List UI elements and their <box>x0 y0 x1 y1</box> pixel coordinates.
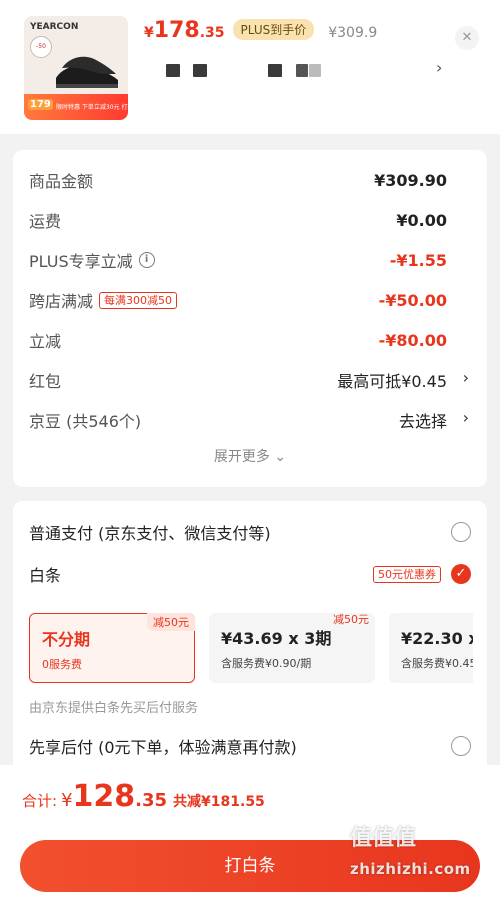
pay-option-label: 白条 <box>29 566 62 585</box>
order-total: 合计: ¥ 128 .35 共减¥181.55 <box>22 779 265 814</box>
current-price: ¥178.35 <box>144 18 225 43</box>
row-label: 商品金额 <box>29 172 94 191</box>
row-label: PLUS专享立减 i <box>29 248 155 272</box>
info-icon[interactable]: i <box>138 252 155 268</box>
plan-3-installments[interactable]: ¥43.69 x 3期 含服务费¥0.90/期 减50元 <box>209 613 375 683</box>
total-savings: 共减¥181.55 <box>173 794 265 810</box>
summary-row-instant-discount: 立减 -¥80.00 <box>29 326 447 354</box>
pay-option-label: 先享后付 (0元下单，体验满意再付款) <box>29 738 297 757</box>
plan-discount-tag: 减50元 <box>147 613 195 631</box>
watermark-logo: 值值值 <box>350 826 417 851</box>
thumbnail-ribbon: 179 限时特惠 下单立减30元 打折 <box>24 94 128 120</box>
ribbon-price: 179 <box>28 99 53 110</box>
radio-unchecked-icon[interactable] <box>451 522 471 542</box>
pay-option-label: 普通支付 (京东支付、微信支付等) <box>29 524 271 543</box>
chevron-right-icon[interactable]: › <box>463 368 469 387</box>
spec-redacted-block <box>296 64 308 77</box>
row-label: 跨店满减 每满300减50 <box>29 288 178 312</box>
total-label: 合计: <box>22 792 58 810</box>
pay-option-pay-later[interactable]: 先享后付 (0元下单，体验满意再付款) <box>29 731 471 761</box>
plan-subtitle: 含服务费¥0.90/期 <box>221 657 312 670</box>
radio-unchecked-icon[interactable] <box>451 736 471 756</box>
plan-title: ¥43.69 x 3期 <box>221 629 332 648</box>
installment-plans: 不分期 0服务费 减50元 ¥43.69 x 3期 含服务费¥0.90/期 减5… <box>29 613 473 685</box>
row-value: 最高可抵¥0.45 <box>337 372 447 391</box>
summary-row-jingdou[interactable]: 京豆 (共546个) 去选择 <box>29 406 447 434</box>
product-thumbnail[interactable]: YEARCON -50 179 限时特惠 下单立减30元 打折 <box>24 16 128 120</box>
spec-redacted-block <box>309 64 321 77</box>
row-label: 运费 <box>29 212 62 231</box>
watermark-url: zhizhizhi.com <box>350 860 471 878</box>
promo-tag: 每满300减50 <box>99 291 178 309</box>
shoe-image-icon <box>56 56 118 88</box>
thumbnail-discount-bubble: -50 <box>30 36 52 58</box>
radio-checked-icon[interactable]: ✓ <box>451 564 471 584</box>
plan-subtitle: 0服务费 <box>42 658 82 671</box>
spec-redacted-block <box>268 64 282 77</box>
spec-redacted-block <box>166 64 180 77</box>
pay-option-normal[interactable]: 普通支付 (京东支付、微信支付等) <box>29 517 471 547</box>
row-value: -¥50.00 <box>378 290 447 310</box>
thumbnail-brand: YEARCON <box>30 22 79 32</box>
site-watermark: 值值值 zhizhizhi.com <box>350 820 471 878</box>
price-line: ¥178.35 PLUS到手价 ¥309.9 <box>144 18 377 46</box>
pay-option-baitiao[interactable]: 白条 50元优惠券 ✓ <box>29 559 471 589</box>
row-label: 立减 <box>29 332 62 351</box>
summary-row-cross-store: 跨店满减 每满300减50 -¥50.00 <box>29 286 447 314</box>
plan-discount-tag: 减50元 <box>333 613 369 626</box>
total-currency: ¥ <box>61 790 73 811</box>
coupon-tag[interactable]: 50元优惠券 <box>373 565 441 583</box>
row-label: 红包 <box>29 372 62 391</box>
summary-row-plus-discount: PLUS专享立减 i -¥1.55 <box>29 246 447 274</box>
plan-6-installments[interactable]: ¥22.30 x 6期 含服务费¥0.45/期 <box>389 613 473 683</box>
row-value: -¥80.00 <box>378 330 447 350</box>
spec-redacted-block <box>193 64 207 77</box>
total-decimal: .35 <box>135 790 168 811</box>
plan-subtitle: 含服务费¥0.45/期 <box>401 657 473 670</box>
row-value: -¥1.55 <box>389 250 447 270</box>
row-label: 京豆 (共546个) <box>29 412 142 431</box>
plan-no-installment[interactable]: 不分期 0服务费 减50元 <box>29 613 195 683</box>
price-summary-card: 商品金额 ¥309.90 运费 ¥0.00 PLUS专享立减 i -¥1.55 跨… <box>13 150 487 487</box>
expand-more-button[interactable]: 展开更多 ⌄ <box>13 446 487 466</box>
product-header: YEARCON -50 179 限时特惠 下单立减30元 打折 ¥178.35 … <box>0 0 500 134</box>
ribbon-text: 限时特惠 下单立减30元 打折 <box>56 104 128 111</box>
row-value: ¥0.00 <box>396 210 447 230</box>
summary-row-red-packet[interactable]: 红包 最高可抵¥0.45 <box>29 366 447 394</box>
summary-row-shipping: 运费 ¥0.00 <box>29 206 447 234</box>
payment-method-card: 普通支付 (京东支付、微信支付等) 白条 50元优惠券 ✓ 不分期 0服务费 减… <box>13 501 487 801</box>
plus-price-badge: PLUS到手价 <box>232 19 315 40</box>
total-integer: 128 <box>72 779 136 814</box>
original-price: ¥309.9 <box>328 25 378 41</box>
row-value: 去选择 <box>398 412 447 431</box>
close-button[interactable]: ✕ <box>455 26 479 50</box>
baitiao-note: 由京东提供白条先买后付服务 <box>29 701 199 716</box>
chevron-right-icon[interactable]: › <box>436 58 442 77</box>
close-icon: ✕ <box>461 30 473 45</box>
chevron-right-icon[interactable]: › <box>463 408 469 427</box>
row-value: ¥309.90 <box>374 170 447 190</box>
coupon-and-radio: 50元优惠券 ✓ <box>373 564 471 584</box>
plan-title: ¥22.30 x 6期 <box>401 629 473 648</box>
summary-row-goods: 商品金额 ¥309.90 <box>29 166 447 194</box>
